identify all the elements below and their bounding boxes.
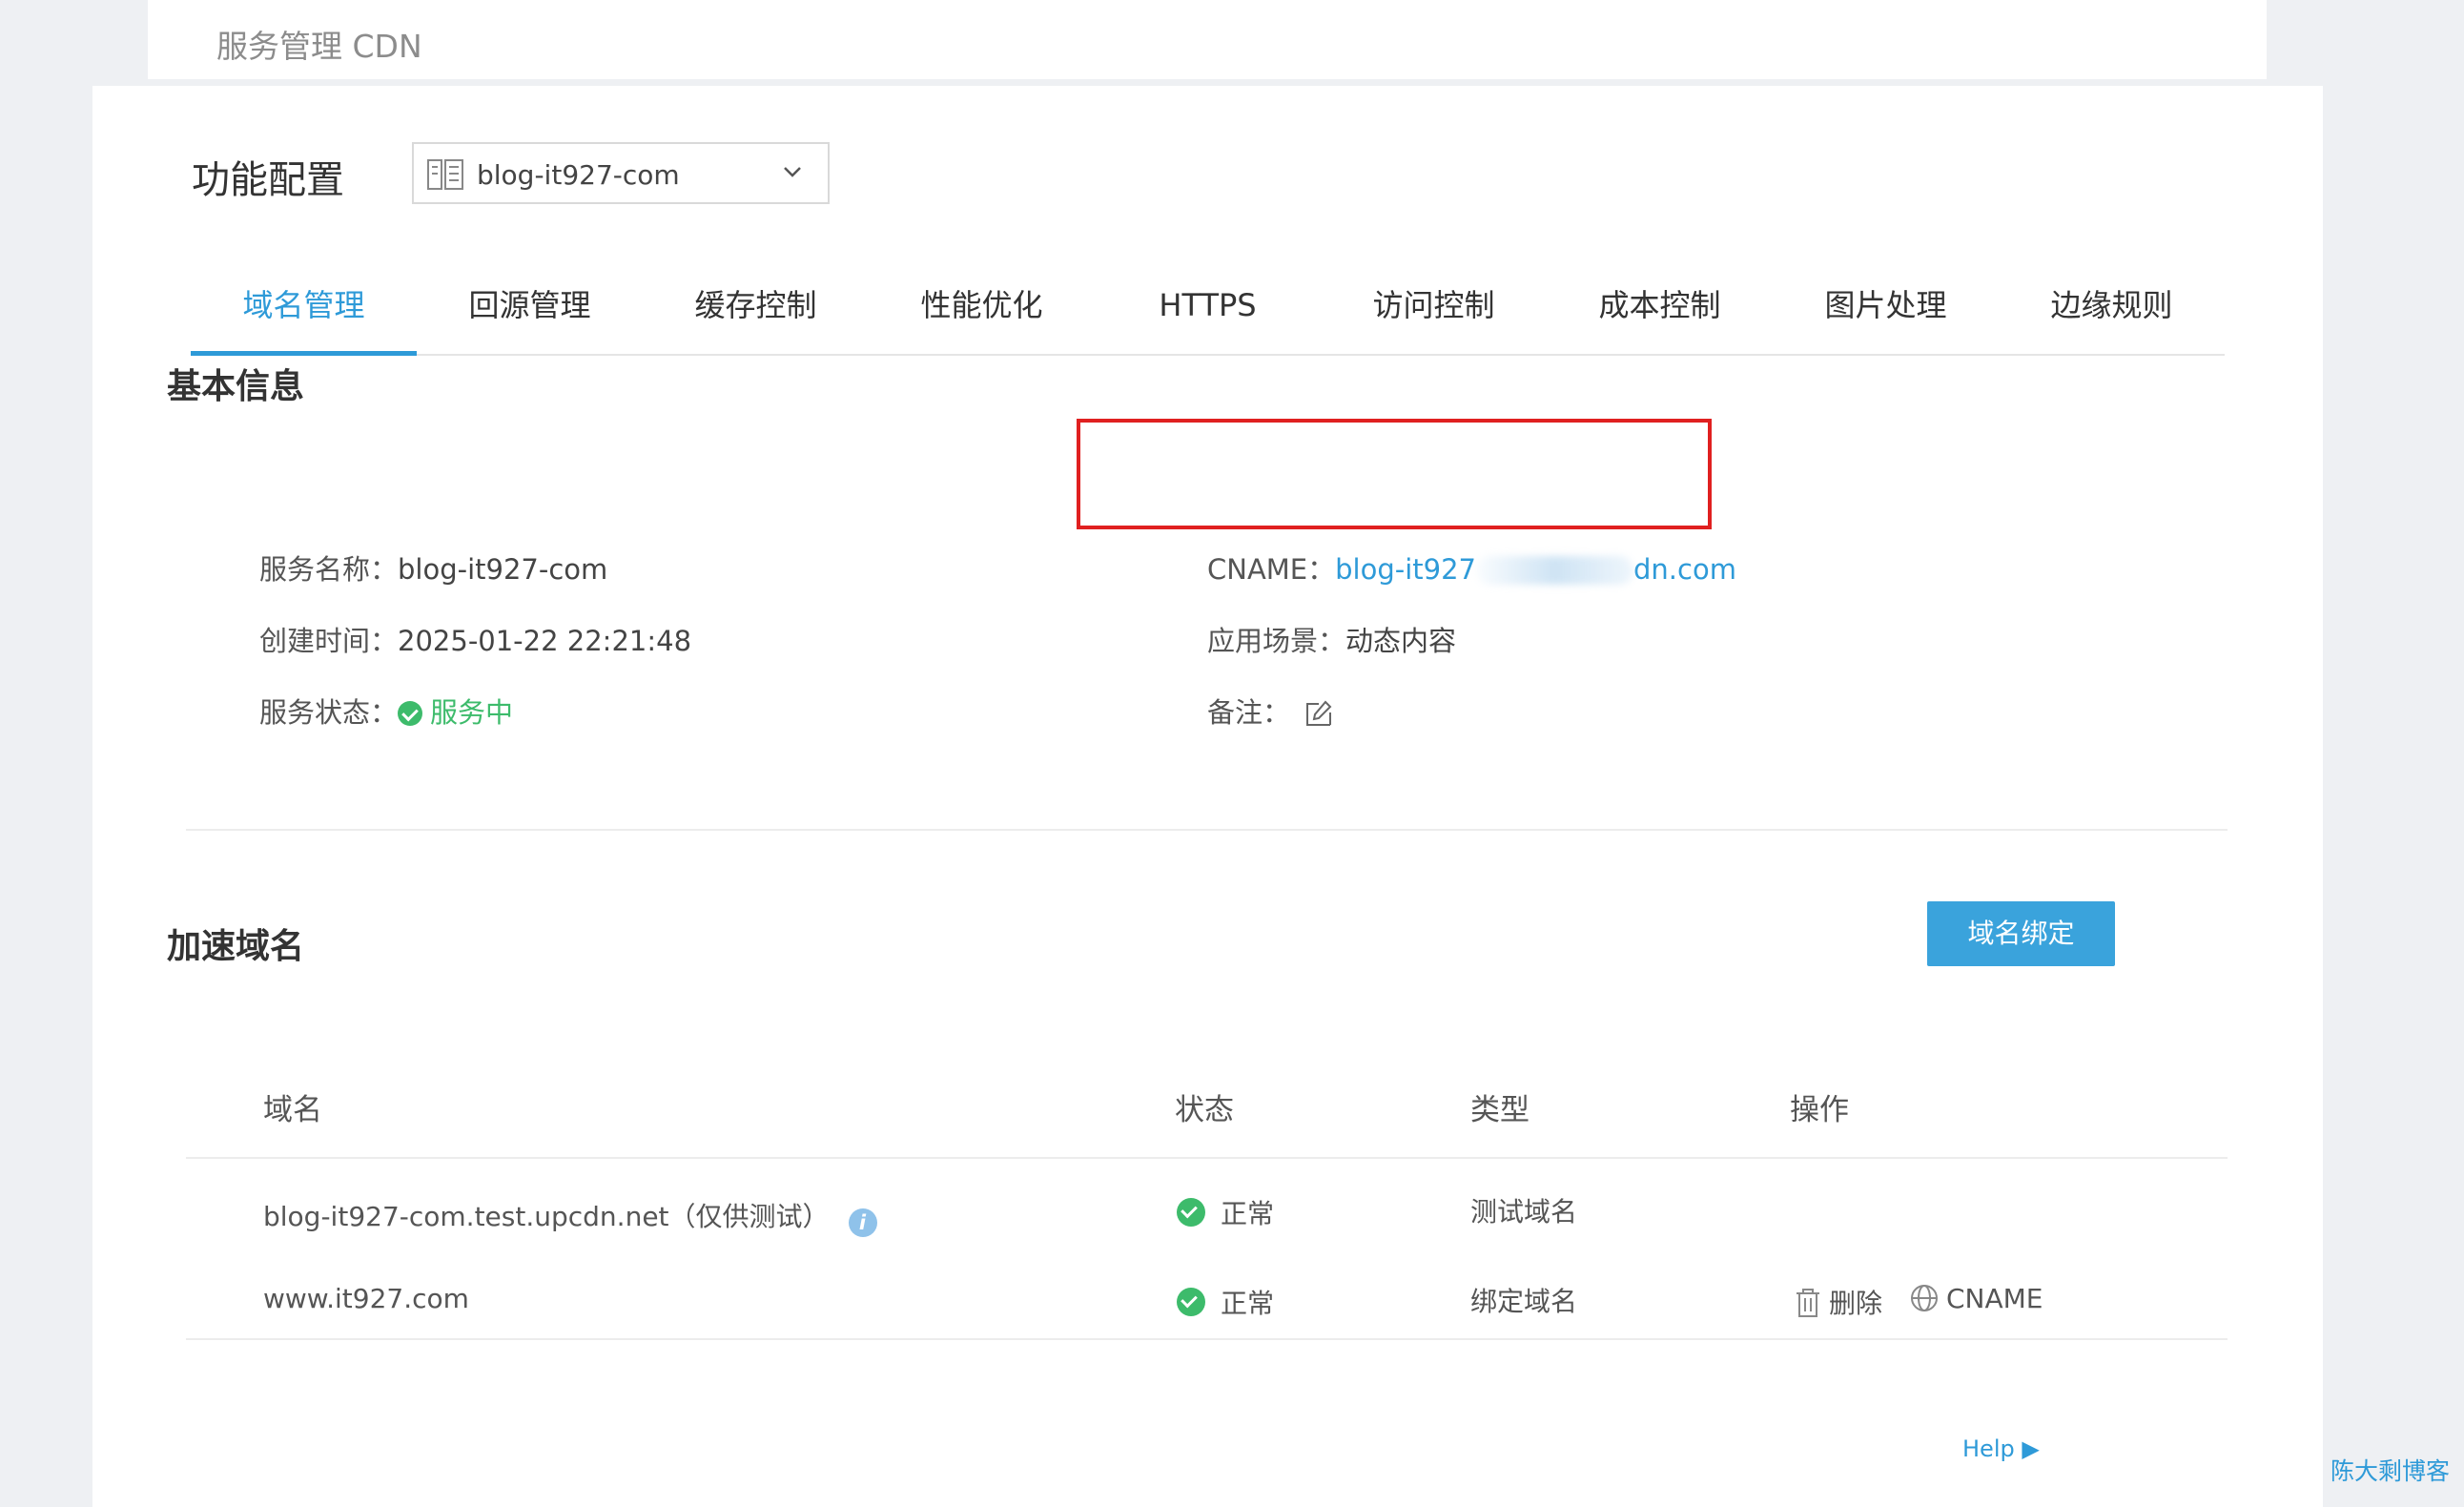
check-circle-icon: [398, 701, 423, 726]
type-cell: 绑定域名: [1470, 1286, 1578, 1317]
scene-value: 动态内容: [1345, 625, 1457, 657]
cname-row: CNAME：blog-it927 dn.com: [1207, 547, 1736, 588]
column-header-actions: 操作: [1790, 1093, 1849, 1127]
help-link[interactable]: Help ▶: [1962, 1435, 2040, 1462]
delete-action[interactable]: 删除: [1795, 1283, 1882, 1324]
remark-row: 备注：: [1207, 691, 1333, 734]
table-header-divider: [186, 1157, 2228, 1159]
service-select-value: blog-it927-com: [477, 159, 680, 191]
section-label: 功能配置: [192, 158, 344, 202]
cname-label: CNAME：: [1207, 553, 1336, 586]
globe-icon: [1910, 1284, 1939, 1319]
service-status-value: 服务中: [430, 696, 514, 729]
check-circle-icon: [1177, 1288, 1205, 1316]
tab-domain-management[interactable]: 域名管理: [191, 253, 417, 356]
created-time-label: 创建时间：: [259, 625, 399, 657]
created-time-row: 创建时间：2025-01-22 22:21:48: [259, 619, 691, 659]
watermark: 陈大剩博客: [2331, 1457, 2451, 1485]
table-bottom-divider: [186, 1338, 2228, 1340]
redacted-blur: [1476, 556, 1634, 585]
column-header-type: 类型: [1470, 1093, 1530, 1127]
page-title: 服务管理 CDN: [216, 28, 422, 65]
tab-cost-control[interactable]: 成本控制: [1547, 253, 1773, 352]
service-name-row: 服务名称：blog-it927-com: [259, 547, 607, 588]
edit-icon[interactable]: [1304, 699, 1333, 734]
service-name-value: blog-it927-com: [398, 553, 608, 586]
trash-icon: [1795, 1289, 1821, 1324]
tab-bar: 域名管理 回源管理 缓存控制 性能优化 HTTPS 访问控制 成本控制 图片处理…: [191, 253, 2225, 356]
remark-label: 备注：: [1207, 696, 1291, 729]
service-status-label: 服务状态：: [259, 696, 399, 729]
scene-row: 应用场景：动态内容: [1207, 619, 1456, 659]
tab-https[interactable]: HTTPS: [1095, 253, 1321, 352]
tab-performance[interactable]: 性能优化: [869, 253, 1095, 352]
cname-highlight-box: [1077, 419, 1712, 529]
chevron-down-icon: [782, 161, 803, 186]
tab-origin-management[interactable]: 回源管理: [417, 253, 643, 352]
status-cell: 正常: [1177, 1283, 1274, 1321]
service-status-row: 服务状态： 服务中: [259, 691, 513, 731]
column-header-status: 状态: [1175, 1093, 1234, 1127]
tab-access-control[interactable]: 访问控制: [1321, 253, 1547, 352]
column-header-domain: 域名: [263, 1093, 322, 1127]
scene-label: 应用场景：: [1207, 625, 1346, 657]
domain-cell: www.it927.com: [263, 1283, 469, 1314]
cdn-service-icon: [427, 159, 463, 194]
bind-domain-button[interactable]: 域名绑定: [1927, 901, 2115, 966]
top-bar: 服务管理 CDN: [148, 0, 2267, 79]
section-divider: [186, 829, 2228, 831]
service-name-label: 服务名称：: [259, 553, 399, 586]
type-cell: 测试域名: [1470, 1196, 1578, 1228]
status-cell: 正常: [1177, 1193, 1274, 1231]
tab-image-processing[interactable]: 图片处理: [1773, 253, 1999, 352]
info-icon[interactable]: i: [848, 1208, 877, 1237]
check-circle-icon: [1177, 1198, 1205, 1227]
created-time-value: 2025-01-22 22:21:48: [398, 625, 692, 657]
basic-info-title: 基本信息: [167, 367, 305, 406]
tab-cache-control[interactable]: 缓存控制: [643, 253, 869, 352]
service-select[interactable]: blog-it927-com: [412, 142, 830, 204]
cname-value-link[interactable]: blog-it927 dn.com: [1335, 553, 1736, 586]
domain-cell: blog-it927-com.test.upcdn.net（仅供测试） i: [263, 1196, 877, 1237]
cname-action[interactable]: CNAME: [1910, 1283, 2043, 1319]
tab-edge-rules[interactable]: 边缘规则: [1999, 253, 2225, 352]
accel-domains-title: 加速域名: [167, 927, 305, 966]
